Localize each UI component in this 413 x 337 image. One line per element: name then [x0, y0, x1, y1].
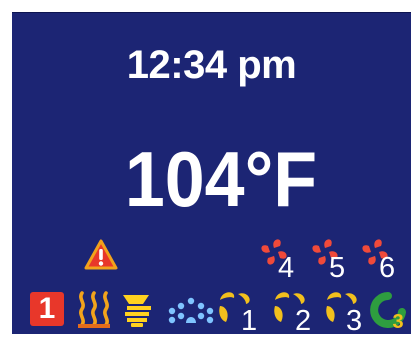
pump-icon[interactable]	[267, 288, 319, 328]
blower-label-6: 6	[379, 252, 396, 284]
pump-label-1: 1	[241, 305, 258, 337]
heater-icon[interactable]	[76, 289, 112, 329]
status-badge: 1	[30, 292, 64, 326]
jets-icon[interactable]	[163, 297, 219, 325]
warning-triangle-icon	[84, 239, 118, 270]
blower-label-4: 4	[278, 252, 295, 284]
ozone-icon[interactable]: 3	[370, 290, 412, 334]
blower-label-5: 5	[329, 252, 346, 284]
temperature-display: 104°F	[124, 135, 318, 223]
pump-icon[interactable]	[319, 288, 371, 328]
spa-display-screen: 12:34 pm 104°F 1 4 5 6 1 2 3 3	[12, 12, 412, 337]
ozone-badge: 3	[392, 311, 403, 333]
pump-label-2: 2	[295, 305, 312, 337]
time-display: 12:34 pm	[126, 43, 297, 87]
light-icon[interactable]	[119, 292, 155, 328]
pump-label-3: 3	[346, 305, 363, 337]
